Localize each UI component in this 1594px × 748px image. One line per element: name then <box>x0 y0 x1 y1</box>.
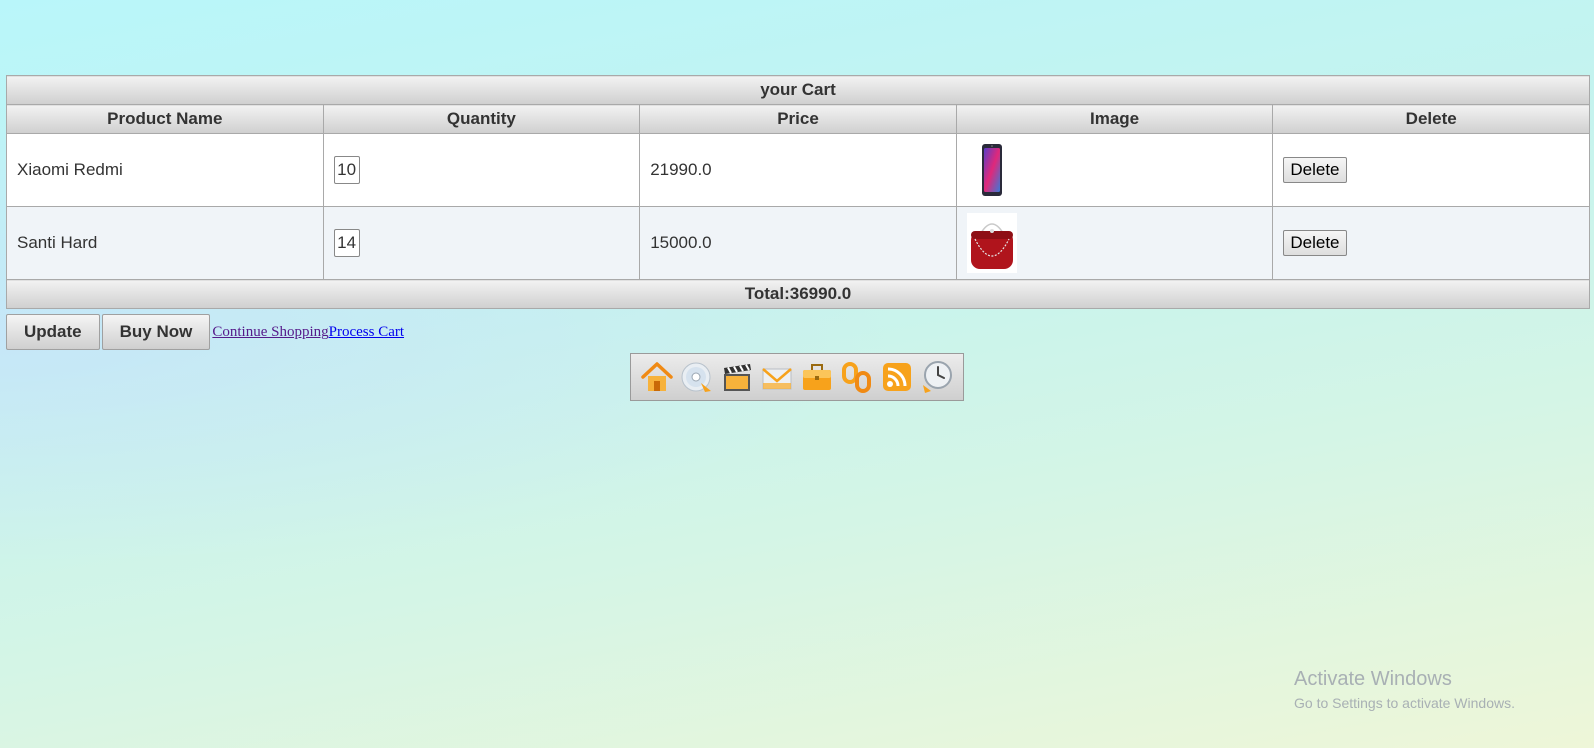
home-icon[interactable] <box>639 359 675 395</box>
delete-cell: Delete <box>1272 133 1590 207</box>
column-header-quantity: Quantity <box>322 104 641 134</box>
delete-button[interactable]: Delete <box>1283 230 1347 256</box>
column-header-price: Price <box>639 104 957 134</box>
continue-shopping-link[interactable]: Continue Shopping <box>212 324 328 340</box>
product-price: 21990.0 <box>639 133 957 207</box>
cart-links: Continue ShoppingProcess Cart <box>212 324 404 341</box>
clapperboard-icon[interactable] <box>719 359 755 395</box>
delete-cell: Delete <box>1272 206 1590 280</box>
clock-icon[interactable] <box>919 359 955 395</box>
icon-dock <box>630 353 964 401</box>
rss-icon[interactable] <box>879 359 915 395</box>
quantity-input[interactable] <box>333 156 360 184</box>
windows-activation-watermark: Activate Windows Go to Settings to activ… <box>1294 668 1515 711</box>
column-header-image: Image <box>955 104 1274 134</box>
cart-row: Santi Hard 15000.0 Delete <box>6 206 1590 280</box>
column-header-product-name: Product Name <box>6 104 324 134</box>
quantity-cell <box>322 133 641 207</box>
cart-row: Xiaomi Redmi 21990.0 Delete <box>6 133 1590 207</box>
watermark-title: Activate Windows <box>1294 668 1452 690</box>
delete-button[interactable]: Delete <box>1283 157 1347 183</box>
link-icon[interactable] <box>839 359 875 395</box>
mail-icon[interactable] <box>759 359 795 395</box>
red-handbag-image <box>966 213 1017 273</box>
buy-now-button[interactable]: Buy Now <box>101 314 211 350</box>
process-cart-link[interactable]: Process Cart <box>329 324 404 340</box>
product-name: Xiaomi Redmi <box>6 133 324 207</box>
briefcase-icon[interactable] <box>799 359 835 395</box>
update-button[interactable]: Update <box>6 314 100 350</box>
product-name: Santi Hard <box>6 206 324 280</box>
total-row: Total:36990.0 <box>6 279 1590 309</box>
cart-total: Total:36990.0 <box>6 279 1590 309</box>
product-price: 15000.0 <box>639 206 957 280</box>
quantity-cell <box>322 206 641 280</box>
cart-actions: Update Buy Now Continue ShoppingProcess … <box>6 314 404 350</box>
watermark-subtitle: Go to Settings to activate Windows. <box>1294 695 1515 711</box>
quantity-input[interactable] <box>333 229 360 257</box>
image-cell <box>955 133 1274 207</box>
cd-icon[interactable] <box>679 359 715 395</box>
image-cell <box>955 206 1274 280</box>
cart-title: your Cart <box>6 75 1590 105</box>
cart-table: your Cart Product Name Quantity Price Im… <box>6 75 1590 309</box>
cart-header-row: Product Name Quantity Price Image Delete <box>6 104 1590 134</box>
phone-image <box>981 144 1002 196</box>
column-header-delete: Delete <box>1272 104 1590 134</box>
